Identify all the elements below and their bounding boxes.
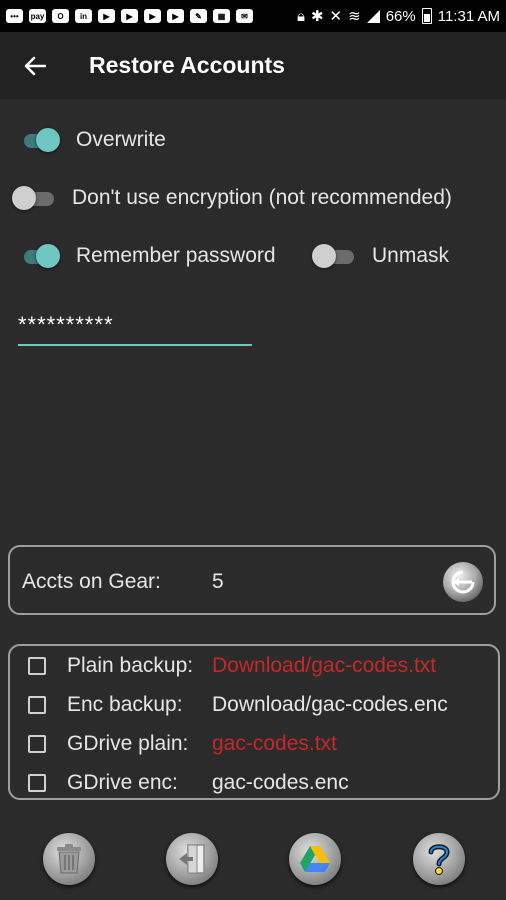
switch-thumb bbox=[36, 128, 60, 152]
no-encryption-label: Don't use encryption (not recommended) bbox=[72, 186, 452, 209]
no-encryption-switch[interactable] bbox=[12, 184, 56, 212]
system-icons: 🔒︎ ✱ ✕ ≋ 66% 11:31 AM bbox=[297, 0, 500, 32]
backup-option-label: Plain backup: bbox=[67, 654, 194, 677]
outlook-icon: O bbox=[52, 9, 69, 23]
overwrite-switch[interactable] bbox=[16, 126, 60, 154]
help-button[interactable] bbox=[413, 833, 465, 885]
wifi-icon: ≋ bbox=[348, 8, 361, 25]
accounts-panel: Accts on Gear: 5 bbox=[8, 545, 496, 615]
backup-option-row: Enc backup: Download/gac-codes.enc bbox=[28, 693, 448, 717]
overwrite-row: Overwrite bbox=[16, 126, 166, 154]
remember-password-label: Remember password bbox=[76, 244, 276, 267]
unmask-label: Unmask bbox=[372, 244, 450, 267]
page-title: Restore Accounts bbox=[89, 52, 285, 78]
password-field[interactable] bbox=[18, 306, 252, 346]
plain-backup-checkbox[interactable] bbox=[28, 657, 46, 675]
backup-option-row: Plain backup: Download/gac-codes.txt bbox=[28, 654, 436, 678]
chat-icon: ••• bbox=[6, 9, 23, 23]
remember-password-switch[interactable] bbox=[16, 242, 60, 270]
switch-thumb bbox=[312, 244, 336, 268]
app-bar: Restore Accounts bbox=[0, 32, 506, 99]
youtube-icon: ▶ bbox=[98, 9, 115, 23]
backup-option-path: Download/gac-codes.enc bbox=[212, 693, 448, 716]
backup-option-path: gac-codes.txt bbox=[212, 732, 337, 755]
backup-option-label: GDrive enc: bbox=[67, 771, 178, 794]
backup-option-path: Download/gac-codes.txt bbox=[212, 654, 437, 677]
no-encryption-row: Don't use encryption (not recommended) bbox=[12, 184, 452, 212]
exit-button[interactable] bbox=[166, 833, 218, 885]
signal-icon bbox=[366, 9, 380, 23]
battery-percent: 66% bbox=[385, 7, 416, 25]
backup-option-row: GDrive plain: gac-codes.txt bbox=[28, 732, 337, 756]
bluetooth-icon: ✱ bbox=[310, 8, 324, 25]
lock-icon: 🔒︎ bbox=[296, 7, 305, 25]
pay-icon: pay bbox=[29, 9, 46, 23]
battery-icon bbox=[421, 8, 432, 24]
backup-option-row: GDrive enc: gac-codes.enc bbox=[28, 771, 349, 795]
switch-thumb bbox=[36, 244, 60, 268]
overwrite-label: Overwrite bbox=[76, 128, 166, 151]
youtube-icon: ▶ bbox=[121, 9, 138, 23]
backup-option-label: Enc backup: bbox=[67, 693, 183, 716]
google-drive-icon bbox=[300, 846, 330, 872]
backup-option-path: gac-codes.enc bbox=[212, 771, 349, 794]
gdrive-plain-checkbox[interactable] bbox=[28, 735, 46, 753]
google-drive-button[interactable] bbox=[289, 833, 341, 885]
youtube-icon: ▶ bbox=[167, 9, 184, 23]
enc-backup-checkbox[interactable] bbox=[28, 696, 46, 714]
edit-icon: ✎ bbox=[190, 9, 207, 23]
status-bar: ••• pay O in ▶ ▶ ▶ ▶ ✎ ▦ ✉ 🔒︎ ✱ ✕ ≋ 66% … bbox=[0, 0, 506, 32]
unmask-switch[interactable] bbox=[312, 242, 356, 270]
notification-icons: ••• pay O in ▶ ▶ ▶ ▶ ✎ ▦ ✉ bbox=[0, 9, 253, 23]
delete-button[interactable] bbox=[43, 833, 95, 885]
exit-door-icon bbox=[179, 844, 205, 874]
remember-password-row: Remember password bbox=[16, 242, 276, 270]
gdrive-enc-checkbox[interactable] bbox=[28, 774, 46, 792]
backup-sources-panel: Plain backup: Download/gac-codes.txt Enc… bbox=[8, 644, 500, 800]
clock: 11:31 AM bbox=[437, 7, 500, 25]
accounts-count: 5 bbox=[212, 570, 224, 593]
mute-icon: ✕ bbox=[329, 8, 343, 25]
unmask-row: Unmask bbox=[312, 242, 449, 270]
linkedin-icon: in bbox=[75, 9, 92, 23]
back-arrow-icon bbox=[24, 56, 46, 75]
accounts-label: Accts on Gear: bbox=[22, 570, 161, 593]
photos-icon: ▦ bbox=[213, 9, 230, 23]
youtube-icon: ▶ bbox=[144, 9, 161, 23]
mail-icon: ✉ bbox=[236, 9, 253, 23]
trash-icon bbox=[57, 844, 81, 874]
help-icon bbox=[428, 844, 450, 875]
sync-restore-icon[interactable] bbox=[442, 561, 484, 603]
backup-option-label: GDrive plain: bbox=[67, 732, 189, 755]
back-button[interactable] bbox=[21, 52, 49, 80]
switch-thumb bbox=[12, 186, 36, 210]
